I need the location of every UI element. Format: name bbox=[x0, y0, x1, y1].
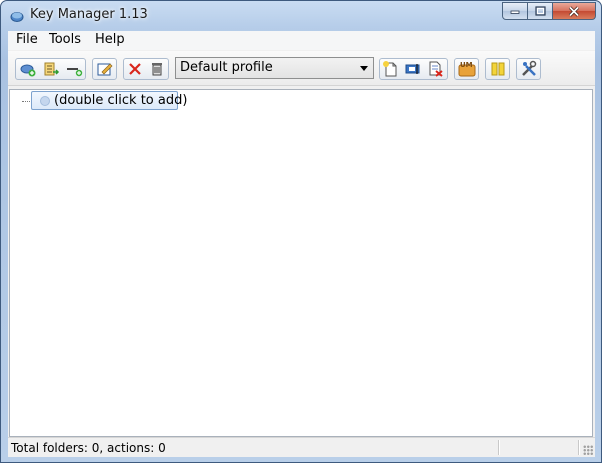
new-profile-button[interactable] bbox=[380, 59, 402, 79]
edit-button[interactable] bbox=[92, 58, 117, 80]
svg-text:UM: UM bbox=[460, 61, 473, 69]
menu-tools[interactable]: Tools bbox=[48, 32, 82, 47]
pause-icon-wrap bbox=[486, 59, 509, 79]
window-title: Key Manager 1.13 bbox=[30, 7, 148, 22]
delete-button[interactable] bbox=[124, 59, 146, 79]
maximize-icon bbox=[534, 6, 546, 16]
delete-profile-icon bbox=[429, 61, 443, 77]
minimize-icon bbox=[510, 10, 520, 14]
status-summary: Total folders: 0, actions: 0 bbox=[11, 441, 166, 455]
minimize-button[interactable] bbox=[502, 2, 528, 20]
settings-button[interactable] bbox=[516, 58, 541, 80]
client-area: File Tools Help Default profile UM (doub… bbox=[8, 31, 595, 457]
resize-grip[interactable] bbox=[583, 445, 593, 455]
title-bar[interactable]: Key Manager 1.13 bbox=[1, 1, 601, 31]
rename-profile-button[interactable] bbox=[402, 59, 424, 79]
add-folder-icon bbox=[20, 64, 35, 77]
trash-button[interactable] bbox=[146, 59, 168, 79]
settings-icon bbox=[521, 60, 536, 76]
status-divider bbox=[578, 440, 580, 455]
add-action-button[interactable] bbox=[39, 59, 62, 79]
menu-help[interactable]: Help bbox=[94, 32, 126, 47]
um-icon: UM bbox=[458, 61, 475, 77]
app-key-icon bbox=[10, 12, 24, 22]
trash-icon bbox=[152, 63, 162, 76]
caption-buttons bbox=[502, 2, 596, 20]
um-icon-wrap: UM bbox=[455, 59, 478, 79]
tree-placeholder-label: (double click to add) bbox=[54, 93, 188, 108]
profile-select-value: Default profile bbox=[180, 60, 273, 75]
chevron-down-icon bbox=[360, 66, 368, 71]
menu-file[interactable]: File bbox=[15, 32, 39, 47]
maximize-button[interactable] bbox=[528, 2, 553, 20]
tree-placeholder-node[interactable]: (double click to add) bbox=[31, 91, 187, 110]
delete-icon bbox=[129, 63, 141, 75]
delete-buttons-group bbox=[123, 58, 169, 80]
key-manager-window: Key Manager 1.13 File Tools Help Default… bbox=[0, 0, 602, 463]
close-button[interactable] bbox=[553, 2, 596, 20]
new-profile-icon bbox=[383, 61, 397, 77]
add-folder-button[interactable] bbox=[16, 59, 39, 79]
um-button[interactable]: UM bbox=[454, 58, 479, 80]
delete-profile-button[interactable] bbox=[425, 59, 447, 79]
add-item-button[interactable] bbox=[62, 59, 85, 79]
actions-tree[interactable]: (double click to add) bbox=[9, 89, 593, 437]
menu-bar: File Tools Help bbox=[8, 31, 595, 50]
settings-icon-wrap bbox=[517, 59, 540, 79]
toolbar: Default profile UM bbox=[8, 51, 595, 86]
status-divider bbox=[498, 440, 500, 455]
add-action-icon bbox=[44, 62, 59, 76]
pause-icon bbox=[491, 62, 504, 76]
profile-buttons-group bbox=[379, 58, 448, 80]
close-icon bbox=[568, 5, 580, 17]
pause-button[interactable] bbox=[485, 58, 510, 80]
rename-profile-icon bbox=[405, 64, 420, 74]
node-icon bbox=[40, 96, 50, 106]
status-bar: Total folders: 0, actions: 0 bbox=[8, 437, 595, 457]
edit-icon bbox=[97, 63, 112, 76]
profile-select[interactable]: Default profile bbox=[175, 57, 374, 79]
edit-icon-wrap bbox=[93, 59, 116, 79]
add-item-icon bbox=[66, 68, 82, 77]
add-buttons-group bbox=[15, 58, 86, 80]
